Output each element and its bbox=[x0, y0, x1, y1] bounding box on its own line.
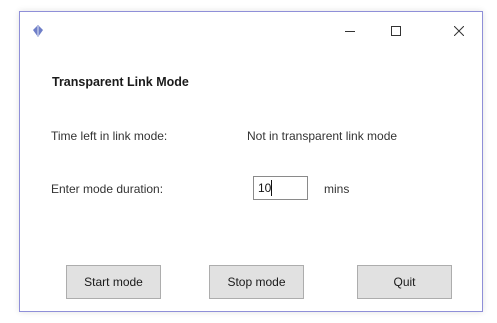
minimize-icon bbox=[345, 26, 355, 36]
duration-input[interactable] bbox=[253, 176, 308, 200]
time-left-label: Time left in link mode: bbox=[51, 129, 168, 143]
duration-label: Enter mode duration: bbox=[51, 182, 164, 196]
quit-button[interactable]: Quit bbox=[357, 265, 452, 299]
close-icon bbox=[454, 26, 464, 36]
close-button[interactable] bbox=[436, 12, 482, 50]
section-heading: Transparent Link Mode bbox=[52, 75, 189, 89]
minimize-button[interactable] bbox=[327, 12, 373, 50]
feather-icon bbox=[31, 24, 45, 38]
dialog-window: Transparent Link Mode Time left in link … bbox=[19, 11, 483, 312]
stop-mode-button[interactable]: Stop mode bbox=[209, 265, 304, 299]
start-mode-button[interactable]: Start mode bbox=[66, 265, 161, 299]
duration-unit-label: mins bbox=[324, 182, 350, 196]
maximize-button[interactable] bbox=[373, 12, 419, 50]
title-bar[interactable] bbox=[20, 12, 482, 50]
text-caret bbox=[271, 180, 272, 196]
time-left-value: Not in transparent link mode bbox=[247, 129, 398, 143]
maximize-icon bbox=[391, 26, 401, 36]
